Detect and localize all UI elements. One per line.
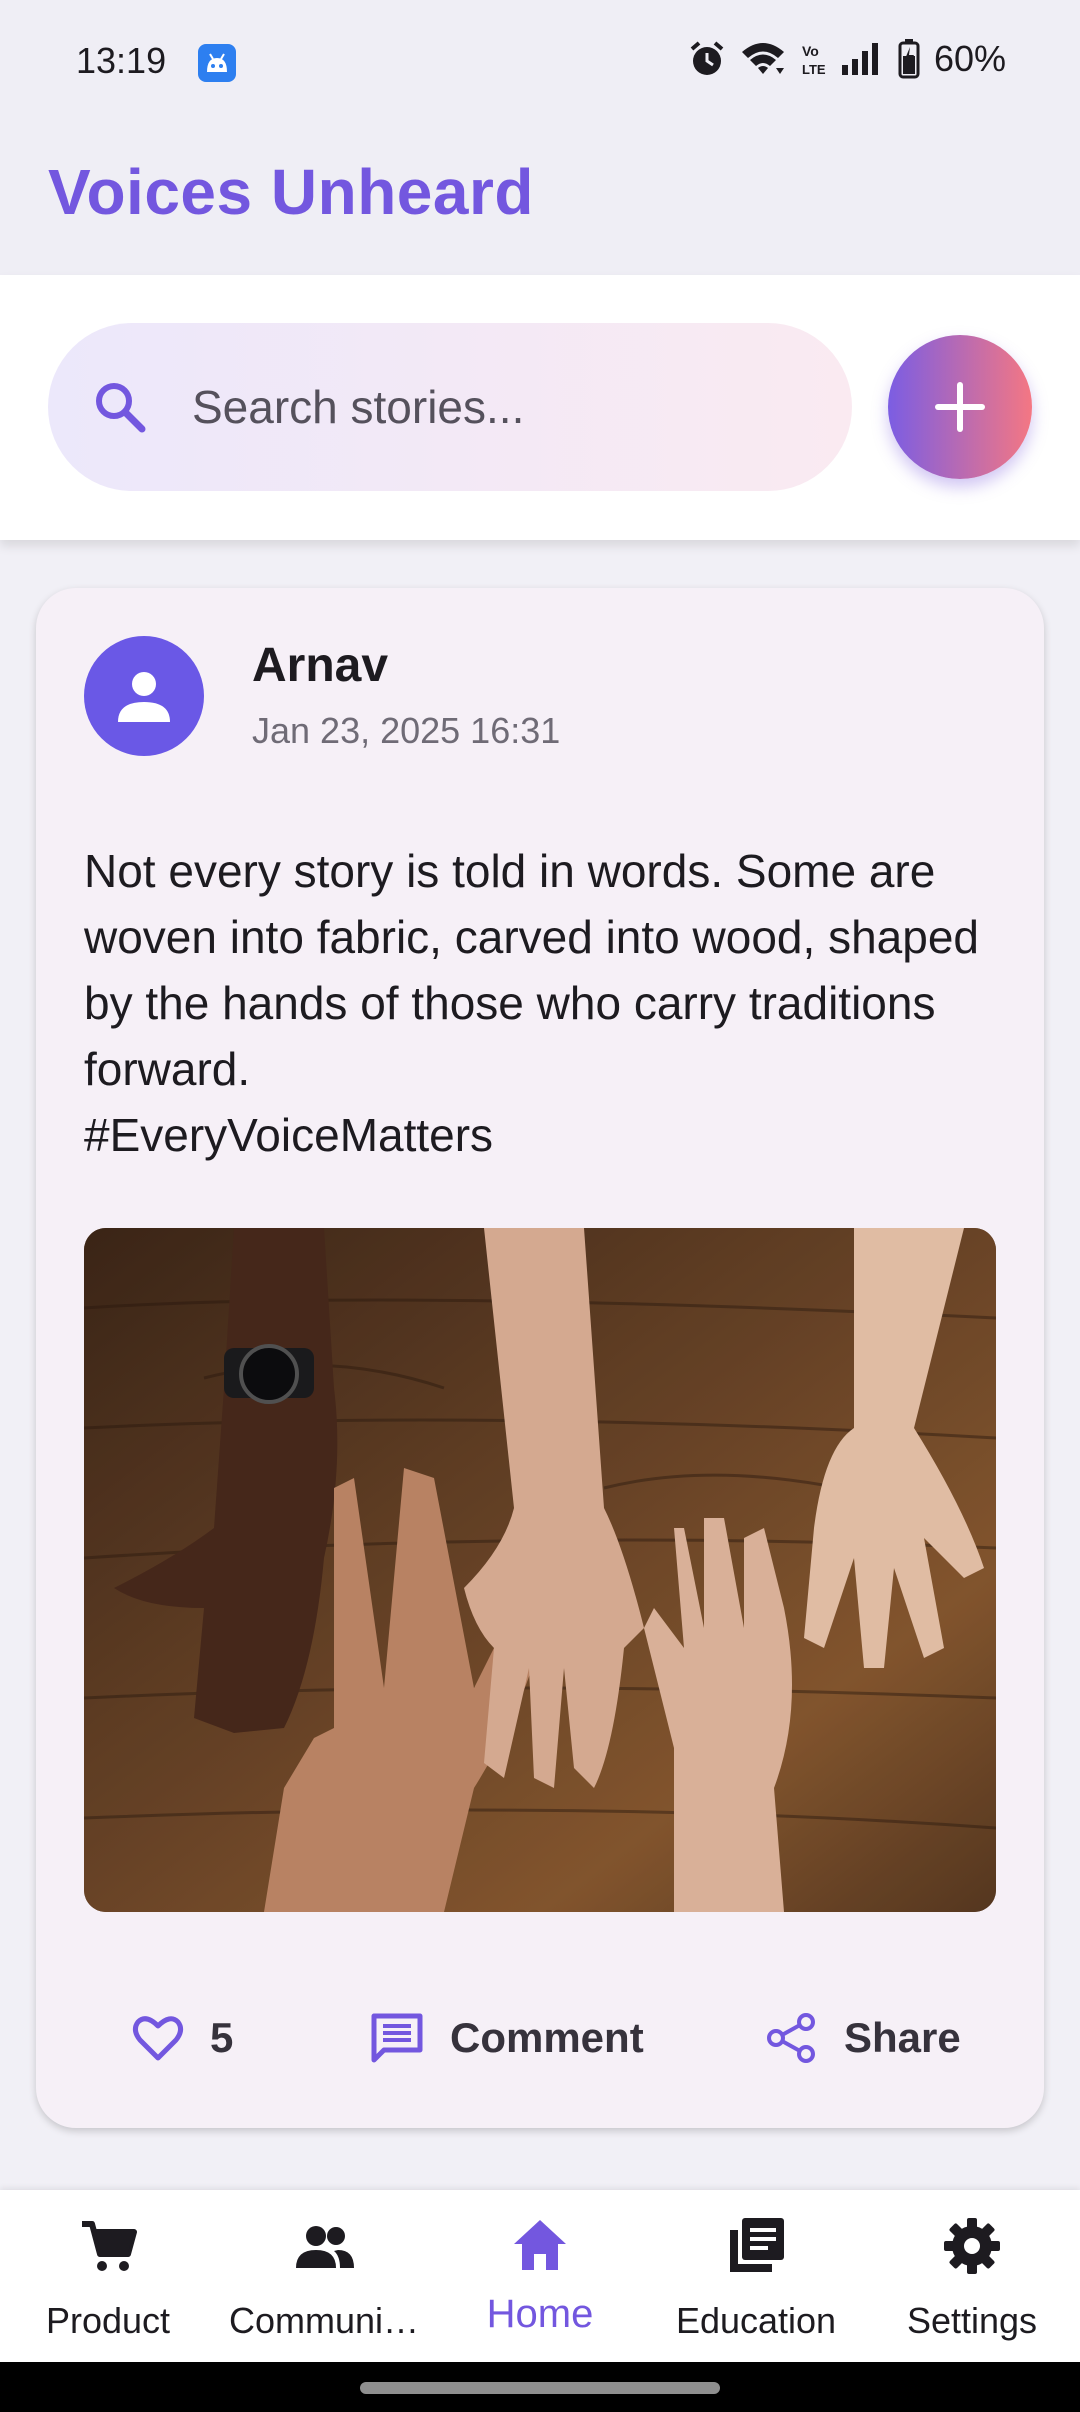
search-icon: [96, 383, 146, 433]
like-count: 5: [210, 2014, 234, 2061]
search-section: [0, 275, 1080, 540]
search-bar[interactable]: [48, 323, 852, 491]
hands-photo: [84, 1228, 996, 1912]
svg-text:Vo: Vo: [802, 43, 819, 59]
post-actions: 5 Comment Share: [36, 1978, 1044, 2098]
plus-icon: [935, 382, 985, 432]
author-name[interactable]: Arnav: [252, 638, 388, 693]
nav-item-community[interactable]: Communi…: [216, 2190, 432, 2362]
nav-item-home[interactable]: Home: [432, 2190, 648, 2362]
add-story-button[interactable]: [888, 335, 1032, 479]
gear-icon: [944, 2218, 1000, 2274]
nav-item-settings[interactable]: Settings: [864, 2190, 1080, 2362]
search-input[interactable]: [192, 363, 812, 451]
status-bar: 13:19 Vo LTE 60%: [0, 0, 1080, 125]
like-button[interactable]: 5: [132, 1978, 233, 2098]
battery-percentage: 60%: [933, 38, 1006, 79]
post-timestamp: Jan 23, 2025 16:31: [252, 710, 561, 751]
status-icons: Vo LTE 60%: [688, 38, 1006, 80]
android-notification-icon: [198, 44, 236, 82]
nav-label-settings: Settings: [906, 2300, 1038, 2341]
comment-button[interactable]: Comment: [370, 1978, 644, 2098]
nav-label-home: Home: [486, 2292, 594, 2336]
nav-item-education[interactable]: Education: [648, 2190, 864, 2362]
share-icon: [767, 2013, 815, 2063]
wifi-icon: [741, 43, 784, 74]
svg-text:LTE: LTE: [802, 62, 826, 77]
people-icon: [296, 2226, 354, 2268]
nav-item-product[interactable]: Product: [0, 2190, 216, 2362]
post-image-hands-on-wood[interactable]: [84, 1228, 996, 1912]
story-card[interactable]: Arnav Jan 23, 2025 16:31 Not every story…: [36, 588, 1044, 2128]
home-icon: [514, 2220, 566, 2270]
library-icon: [730, 2218, 784, 2272]
nav-label-product: Product: [45, 2300, 171, 2341]
share-button[interactable]: Share: [766, 1978, 961, 2098]
cart-icon: [82, 2221, 137, 2271]
person-icon: [118, 672, 170, 722]
gesture-handle[interactable]: [360, 2382, 720, 2394]
comment-label: Comment: [450, 2014, 644, 2061]
signal-icon: [841, 43, 878, 75]
alarm-icon: [690, 41, 724, 75]
post-text: Not every story is told in words. Some a…: [84, 838, 1014, 1168]
heart-outline-icon: [132, 2016, 184, 2061]
comment-icon: [371, 2013, 423, 2063]
app-title: Voices Unheard: [48, 156, 534, 228]
nav-label-community: Communi…: [228, 2300, 420, 2341]
app-bar: Voices Unheard: [0, 125, 1080, 275]
share-label: Share: [844, 2014, 961, 2061]
post-body-text: Not every story is told in words. Some a…: [84, 845, 979, 1161]
volte-icon: Vo LTE: [802, 43, 826, 77]
status-time: 13:19: [76, 40, 167, 81]
nav-label-education: Education: [675, 2300, 837, 2341]
system-navigation-area: [0, 2362, 1080, 2412]
battery-icon: [898, 39, 920, 79]
app-screen: 13:19 Vo LTE 60% Voices Unheard Search s…: [0, 0, 1080, 2412]
avatar[interactable]: [84, 636, 204, 756]
bottom-navigation: Product Communi… Home Education Settings: [0, 2190, 1080, 2362]
